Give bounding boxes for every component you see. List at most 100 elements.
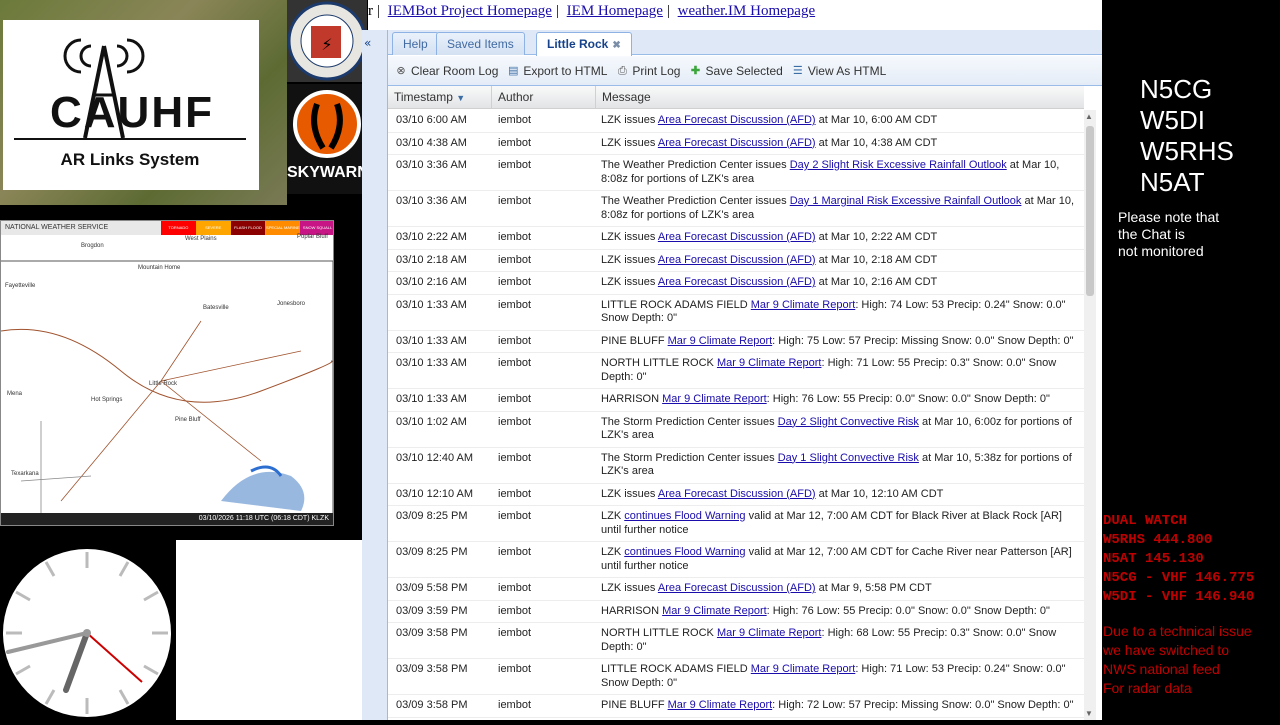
save-selected-button[interactable]: ✚ Save Selected [688,64,783,78]
message-text: PINE BLUFF [601,334,668,347]
radar-warning-legend: TORNADO SEVERE THUNDERSTORM FLASH FLOOD … [161,221,333,235]
message-link[interactable]: Day 2 Slight Convective Risk [778,416,919,428]
message-text: LZK issues [601,114,658,126]
timestamp-cell: 03/09 3:59 PM [396,604,468,617]
message-cell: LZK continues Flood Warning valid at Mar… [595,506,1084,541]
print-log-button[interactable]: ⎙ Print Log [615,64,680,78]
message-link[interactable]: Area Forecast Discussion (AFD) [658,276,816,288]
author-cell: iembot [498,546,532,558]
message-column-header[interactable]: Message [596,86,1084,109]
message-text: at Mar 10, 2:22 AM CDT [815,231,938,243]
message-link[interactable]: Area Forecast Discussion (AFD) [658,582,816,594]
message-link[interactable]: Area Forecast Discussion (AFD) [658,231,816,243]
message-cell: LITTLE ROCK ADAMS FIELD Mar 9 Climate Re… [595,295,1084,330]
close-icon[interactable]: ✖ [612,40,620,51]
dual-watch-frequencies: DUAL WATCH W5RHS 444.800 N5AT 145.130 N5… [1103,513,1255,605]
message-link[interactable]: Mar 9 Climate Report [662,605,767,617]
table-row[interactable]: 03/10 1:02 AM iembot The Storm Prediction … [388,412,1084,448]
table-row[interactable]: 03/10 3:36 AM iembot The Weather Predictio… [388,191,1084,227]
message-link[interactable]: Area Forecast Discussion (AFD) [658,114,816,126]
message-cell: HARRISON Mar 9 Climate Report: High: 76 … [595,389,1084,411]
timestamp-cell: 03/09 8:25 PM [396,546,468,558]
view-as-html-button[interactable]: ☰ View As HTML [791,64,886,78]
table-row[interactable]: 03/09 8:25 PM iembot LZK continues Flood W… [388,506,1084,542]
tab-saved-items[interactable]: Saved Items [436,32,525,55]
print-icon: ⎙ [618,64,627,77]
table-row[interactable]: 03/10 2:22 AM iembot LZK issues Area Forec… [388,227,1084,250]
message-link[interactable]: Area Forecast Discussion (AFD) [658,137,816,149]
document-icon: ☰ [792,64,803,77]
message-text: LITTLE ROCK ADAMS FIELD [601,298,751,311]
iem-homepage-link[interactable]: IEM Homepage [567,3,663,19]
grid-header: Timestamp ▼ Author Message [388,86,1084,109]
message-link[interactable]: Mar 9 Climate Report [717,357,822,369]
table-row[interactable]: 03/10 12:40 AM iembot The Storm Prediction… [388,448,1084,484]
scroll-up-icon[interactable]: ▲ [1085,112,1093,121]
table-row[interactable]: 03/09 3:58 PM iembot LITTLE ROCK ADAMS FIE… [388,659,1084,695]
table-row[interactable]: 03/10 3:36 AM iembot The Weather Predictio… [388,155,1084,191]
timestamp-cell: 03/10 1:33 AM [396,334,467,347]
iembot-homepage-link[interactable]: IEMBot Project Homepage [388,3,552,19]
table-row[interactable]: 03/09 3:58 PM iembot NORTH LITTLE ROCK Mar… [388,623,1084,659]
header-label: Message [602,90,651,104]
message-link[interactable]: Mar 9 Climate Report [662,393,767,405]
scroll-thumb[interactable] [1086,126,1094,296]
scroll-down-icon[interactable]: ▼ [1085,709,1093,718]
tab-help[interactable]: Help [392,32,439,55]
table-row[interactable]: 03/10 1:33 AM iembot PINE BLUFF Mar 9 Clim… [388,331,1084,353]
city-label: Mena [7,391,23,397]
message-text: : High: 76 Low: 55 Precip: 0.0" Snow: 0.… [766,393,1050,405]
sort-desc-icon: ▼ [456,93,466,103]
timestamp-cell: 03/10 2:18 AM [396,253,467,266]
table-row[interactable]: 03/09 3:58 PM iembot PINE BLUFF Mar 9 Clim… [388,695,1084,718]
timestamp-cell: 03/09 5:58 PM [396,582,468,594]
vertical-scrollbar[interactable]: ▲ ▼ [1084,110,1096,720]
table-row[interactable]: 03/10 2:18 AM iembot LZK issues Area Forec… [388,250,1084,272]
message-link[interactable]: Day 2 Slight Risk Excessive Rainfall Out… [790,159,1007,171]
clear-room-log-button[interactable]: ⊗ Clear Room Log [394,64,498,78]
message-text: LZK [601,546,625,558]
table-row[interactable]: 03/10 6:00 AM iembot LZK issues Area Forec… [388,110,1084,133]
message-link[interactable]: Day 1 Marginal Risk Excessive Rainfall O… [790,195,1022,207]
skywarn-icon [293,90,361,158]
message-cell: LZK issues Area Forecast Discussion (AFD… [595,250,1084,272]
tab-little-rock[interactable]: Little Rock ✖ [536,32,632,56]
message-text: at Mar 10, 2:18 AM CDT [815,253,938,266]
weather-im-homepage-link[interactable]: weather.IM Homepage [678,3,815,19]
message-text: NORTH LITTLE ROCK [601,357,717,369]
message-text: at Mar 10, 2:16 AM CDT [815,276,938,288]
legend-flash-flood: FLASH FLOOD [230,221,266,235]
message-link[interactable]: Mar 9 Climate Report [717,627,822,639]
export-html-button[interactable]: ▤ Export to HTML [506,64,607,78]
tab-bar: Help Saved Items Little Rock ✖ [388,30,1102,56]
message-text: at Mar 10, 6:00 AM CDT [815,114,938,126]
table-row[interactable]: 03/10 1:33 AM iembot LITTLE ROCK ADAMS FIE… [388,295,1084,331]
timestamp-column-header[interactable]: Timestamp ▼ [388,86,492,109]
author-cell: iembot [498,393,532,405]
logo-name: CAUHF [50,88,214,137]
message-link[interactable]: Mar 9 Climate Report [668,335,773,347]
table-row[interactable]: 03/09 5:58 PM iembot LZK issues Area Forec… [388,578,1084,601]
table-row[interactable]: 03/09 3:59 PM iembot HARRISON Mar 9 Climat… [388,601,1084,623]
table-row[interactable]: 03/10 1:33 AM iembot HARRISON Mar 9 Climat… [388,389,1084,412]
table-row[interactable]: 03/09 8:25 PM iembot LZK continues Flood W… [388,542,1084,578]
table-row[interactable]: 03/10 4:38 AM iembot LZK issues Area Forec… [388,133,1084,155]
collapse-strip[interactable] [362,30,388,720]
tab-label: Saved Items [447,37,514,51]
callsign-list: N5CG W5DI W5RHS N5AT [1140,74,1280,198]
message-link[interactable]: Area Forecast Discussion (AFD) [658,488,816,500]
author-cell: iembot [498,114,532,126]
message-link[interactable]: Mar 9 Climate Report [751,663,856,675]
message-link[interactable]: continues Flood Warning [624,510,745,522]
message-link[interactable]: Area Forecast Discussion (AFD) [658,254,816,266]
message-link[interactable]: continues Flood Warning [624,546,745,558]
message-link[interactable]: Day 1 Slight Convective Risk [778,452,919,464]
message-link[interactable]: Mar 9 Climate Report [668,699,773,711]
table-row[interactable]: 03/10 1:33 AM iembot NORTH LITTLE ROCK Mar… [388,353,1084,389]
author-column-header[interactable]: Author [492,86,596,109]
timestamp-cell: 03/10 3:36 AM [396,195,467,207]
table-row[interactable]: 03/10 2:16 AM iembot LZK issues Area Forec… [388,272,1084,295]
message-link[interactable]: Mar 9 Climate Report [751,299,856,311]
collapse-left-icon[interactable]: « [364,36,371,50]
table-row[interactable]: 03/10 12:10 AM iembot LZK issues Area Fore… [388,484,1084,506]
